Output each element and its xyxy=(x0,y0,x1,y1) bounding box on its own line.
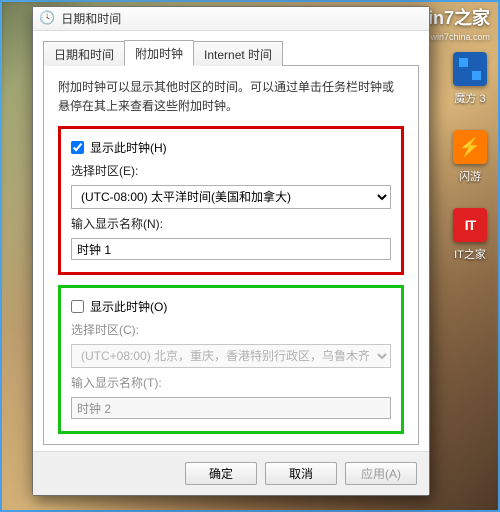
tab-additional-clocks[interactable]: 附加时钟 xyxy=(124,40,194,66)
cancel-button[interactable]: 取消 xyxy=(265,462,337,485)
it-icon: IT xyxy=(453,208,487,242)
apply-button[interactable]: 应用(A) xyxy=(345,462,417,485)
desktop-icon-label: IT之家 xyxy=(454,246,486,262)
clock1-tz-select[interactable]: (UTC-08:00) 太平洋时间(美国和加拿大) xyxy=(71,185,391,209)
bolt-icon xyxy=(453,130,487,164)
clock2-tz-label: 选择时区(C): xyxy=(71,321,391,338)
clock2-group: 显示此时钟(O) 选择时区(C): (UTC+08:00) 北京，重庆，香港特别… xyxy=(58,285,404,434)
desktop-icon-ithome[interactable]: IT IT之家 xyxy=(450,208,490,262)
tab-internet-time[interactable]: Internet 时间 xyxy=(193,41,283,66)
cube-icon xyxy=(453,52,487,86)
desktop-icon-label: 魔方 3 xyxy=(454,90,485,106)
tab-panel: 附加时钟可以显示其他时区的时间。可以通过单击任务栏时钟或悬停在其上来查看这些附加… xyxy=(43,66,419,445)
date-time-dialog: 🕓 日期和时间 日期和时间 附加时钟 Internet 时间 附加时钟可以显示其… xyxy=(32,6,430,496)
clock1-name-input[interactable] xyxy=(71,238,391,260)
clock1-name-label: 输入显示名称(N): xyxy=(71,215,391,232)
clock-icon: 🕓 xyxy=(39,10,55,26)
description-text: 附加时钟可以显示其他时区的时间。可以通过单击任务栏时钟或悬停在其上来查看这些附加… xyxy=(58,78,404,116)
desktop-icon-shanyou[interactable]: 闪游 xyxy=(450,130,490,184)
desktop-icon-mofang[interactable]: 魔方 3 xyxy=(450,52,490,106)
clock2-name-input xyxy=(71,397,391,419)
clock2-show-input[interactable] xyxy=(71,300,84,313)
clock2-show-label: 显示此时钟(O) xyxy=(90,298,167,315)
watermark-suffix: 之家 xyxy=(454,8,490,28)
clock2-show-checkbox[interactable]: 显示此时钟(O) xyxy=(71,298,391,315)
dialog-buttons: 确定 取消 应用(A) xyxy=(33,451,429,495)
clock1-tz-label: 选择时区(E): xyxy=(71,162,391,179)
clock1-show-label: 显示此时钟(H) xyxy=(90,139,167,156)
clock1-show-checkbox[interactable]: 显示此时钟(H) xyxy=(71,139,391,156)
tab-datetime[interactable]: 日期和时间 xyxy=(43,41,125,66)
clock1-show-input[interactable] xyxy=(71,141,84,154)
clock2-tz-select: (UTC+08:00) 北京，重庆，香港特别行政区，乌鲁木齐 xyxy=(71,344,391,368)
desktop-icons: 魔方 3 闪游 IT IT之家 xyxy=(450,52,490,262)
clock1-group: 显示此时钟(H) 选择时区(E): (UTC-08:00) 太平洋时间(美国和加… xyxy=(58,126,404,275)
desktop-icon-label: 闪游 xyxy=(459,168,481,184)
tabstrip: 日期和时间 附加时钟 Internet 时间 xyxy=(43,39,419,66)
window-title: 日期和时间 xyxy=(61,10,121,27)
titlebar[interactable]: 🕓 日期和时间 xyxy=(33,7,429,31)
ok-button[interactable]: 确定 xyxy=(185,462,257,485)
clock2-name-label: 输入显示名称(T): xyxy=(71,374,391,391)
